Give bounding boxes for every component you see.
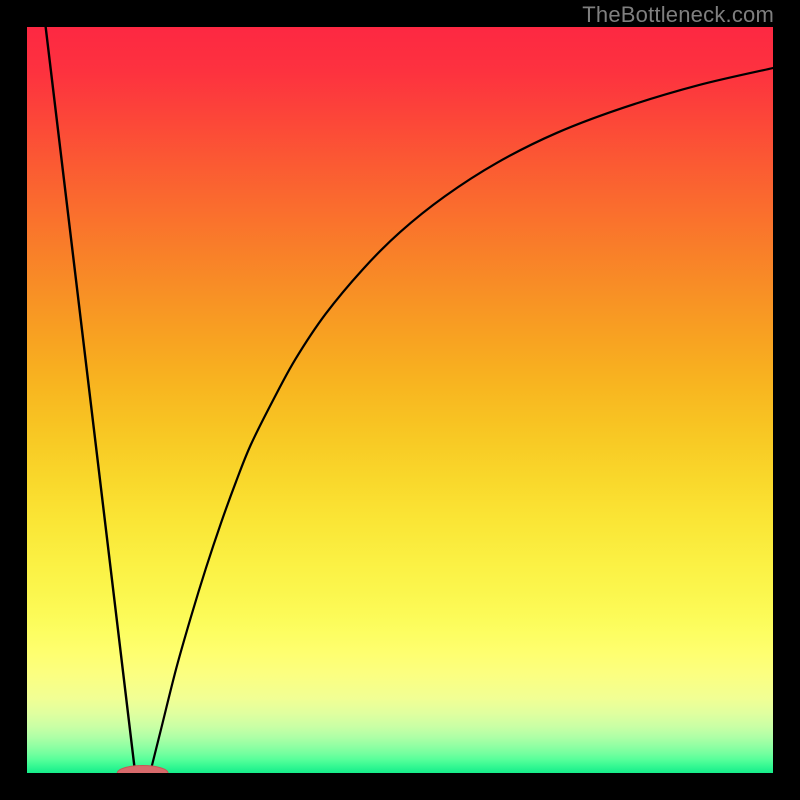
watermark-text: TheBottleneck.com [582,2,774,28]
gradient-background [27,27,773,773]
chart-frame [27,27,773,773]
chart-svg [27,27,773,773]
